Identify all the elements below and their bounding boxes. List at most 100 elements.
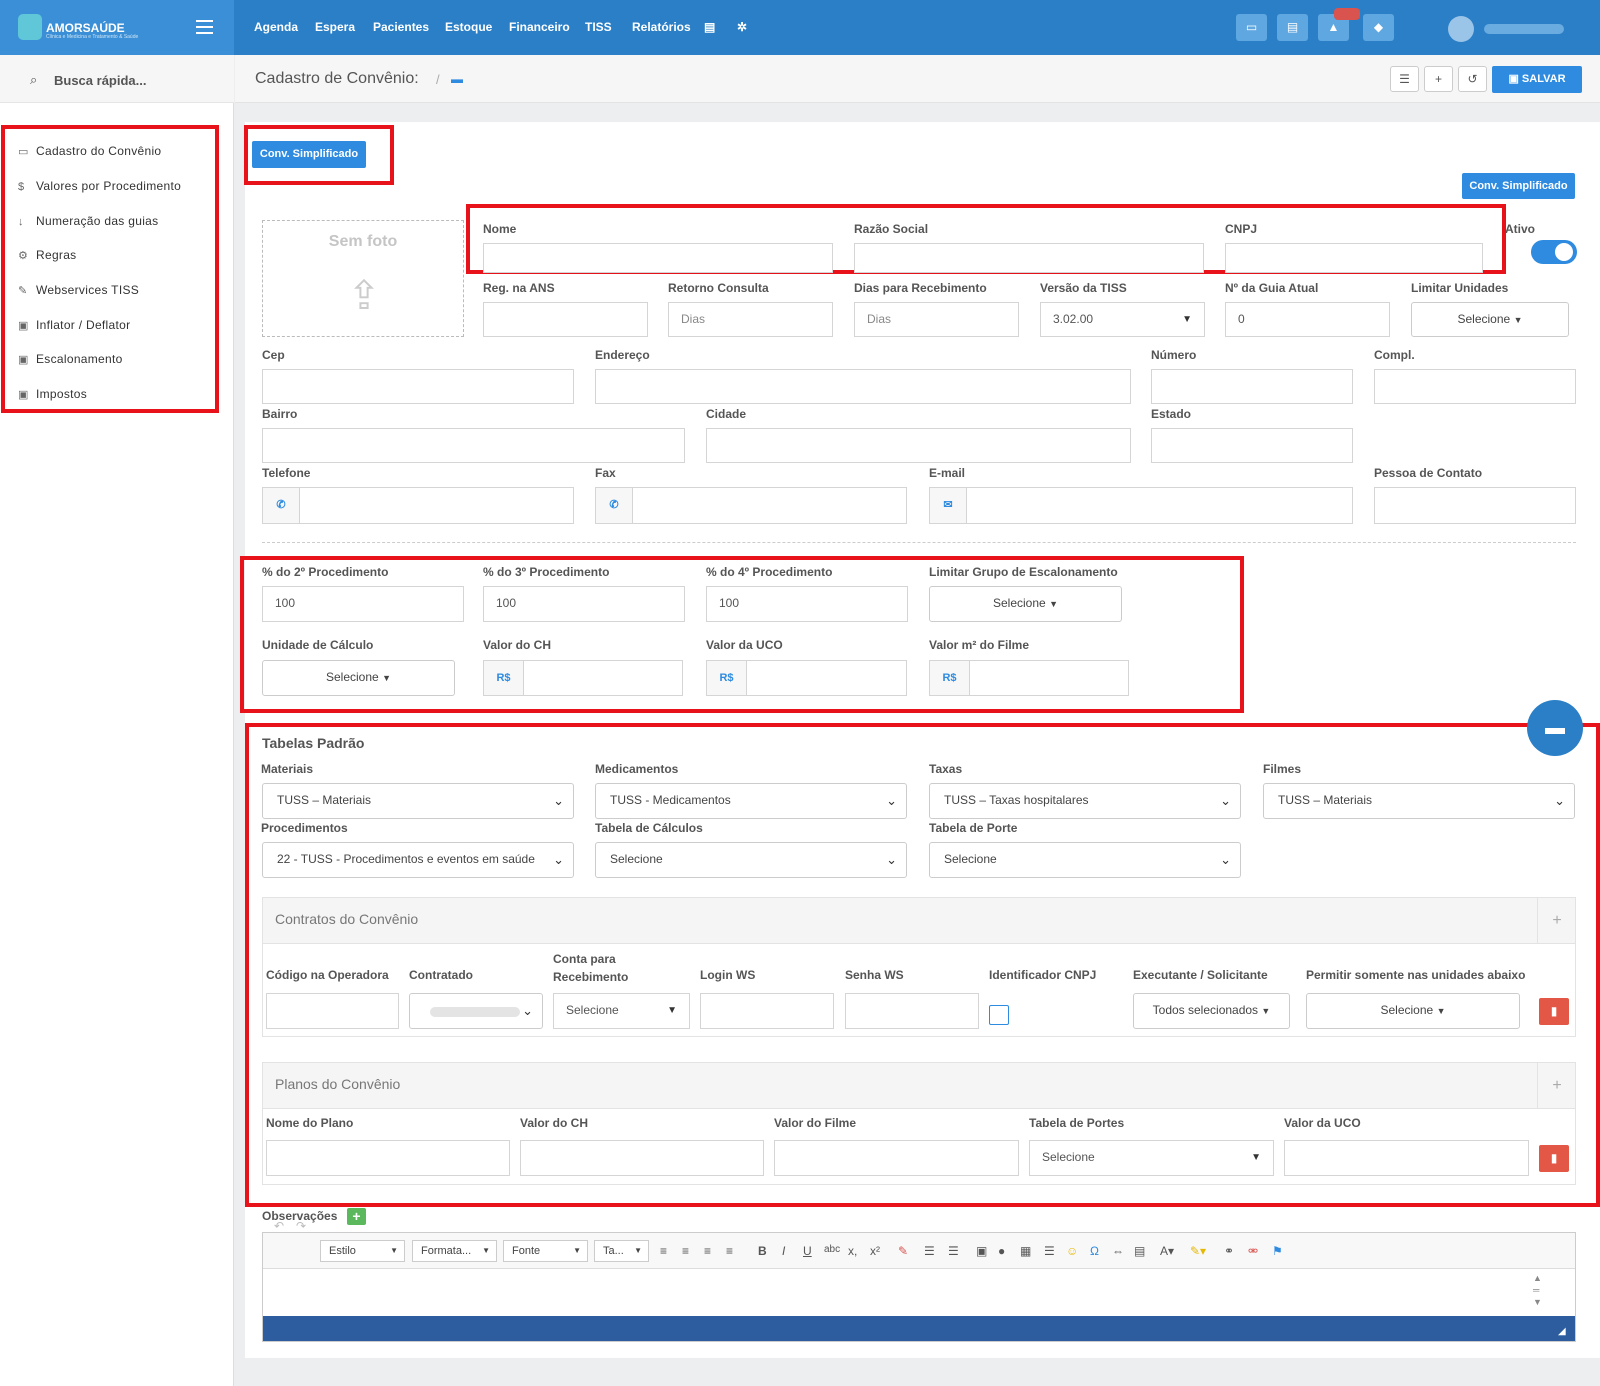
taxas-select[interactable]: TUSS – Taxas hospitalares ⌄ [929, 783, 1241, 819]
contratado-select[interactable]: ⌄ [409, 993, 543, 1029]
retorno-input[interactable]: Dias [668, 302, 833, 337]
cidade-input[interactable] [706, 428, 1131, 463]
valor-ch-plano-input[interactable] [520, 1140, 764, 1176]
filmes-select[interactable]: TUSS – Materiais ⌄ [1263, 783, 1575, 819]
email-input[interactable] [966, 487, 1353, 524]
history-button[interactable]: ↺ [1458, 66, 1487, 92]
nav-pacientes[interactable]: Pacientes [373, 20, 429, 34]
senha-ws-input[interactable] [845, 993, 979, 1029]
valor-uco-plano-input[interactable] [1284, 1140, 1529, 1176]
image-icon[interactable]: ▣ [976, 1244, 987, 1258]
justify-icon[interactable]: ≡ [726, 1244, 733, 1258]
table-icon[interactable]: ▦ [1020, 1244, 1031, 1258]
strikethrough-icon[interactable]: abc [824, 1244, 840, 1255]
codigo-input[interactable] [266, 993, 399, 1029]
razao-social-input[interactable] [854, 243, 1204, 273]
italic-icon[interactable]: I [782, 1244, 785, 1258]
brand-area[interactable]: AMORSAÚDE Clínica e Medicina e Tratament… [0, 0, 234, 55]
formatacao-dropdown[interactable]: Formata... ▼ [412, 1240, 497, 1262]
avatar[interactable] [1448, 16, 1474, 42]
p4-input[interactable]: 100 [706, 586, 908, 622]
reg-ans-input[interactable] [483, 302, 648, 337]
smiley-icon[interactable]: ☺ [1066, 1244, 1078, 1258]
flash-icon[interactable]: ● [998, 1244, 1005, 1258]
add-plano-button[interactable]: + [1537, 1062, 1576, 1109]
align-center-icon[interactable]: ≡ [682, 1244, 689, 1258]
executante-dropdown[interactable]: Todos selecionados ▼ [1133, 993, 1290, 1029]
chat-icon[interactable]: ◆ [1363, 14, 1394, 41]
omega-icon[interactable]: Ω [1090, 1244, 1099, 1258]
nome-plano-input[interactable] [266, 1140, 510, 1176]
estilo-dropdown[interactable]: Estilo ▼ [320, 1240, 405, 1262]
nav-agenda[interactable]: Agenda [254, 20, 298, 34]
align-right-icon[interactable]: ≡ [704, 1244, 711, 1258]
procedimentos-select[interactable]: 22 - TUSS - Procedimentos e eventos em s… [262, 842, 574, 878]
limitar-unidades-dropdown[interactable]: Selecione ▼ [1411, 302, 1569, 337]
subscript-icon[interactable]: x, [848, 1244, 857, 1258]
cnpj-input[interactable] [1225, 243, 1483, 273]
sidebar-item-inflator[interactable]: ▣ Inflator / Deflator [18, 318, 130, 338]
telefone-input[interactable] [299, 487, 574, 524]
save-button[interactable]: ▣ SALVAR [1492, 66, 1582, 93]
nav-relatorios[interactable]: Relatórios [632, 20, 691, 34]
bairro-input[interactable] [262, 428, 685, 463]
sidebar-item-numeracao[interactable]: ↓ Numeração das guias [18, 214, 158, 234]
porte-select[interactable]: Selecione ⌄ [929, 842, 1241, 878]
sidebar-item-escalonamento[interactable]: ▣ Escalonamento [18, 352, 123, 372]
hamburger-menu-icon[interactable] [196, 20, 213, 34]
resize-handle-icon[interactable]: ◢ [1558, 1326, 1566, 1337]
guia-atual-input[interactable]: 0 [1225, 302, 1390, 337]
nav-estoque[interactable]: Estoque [445, 20, 492, 34]
endereco-input[interactable] [595, 369, 1131, 404]
conv-simplificado-button[interactable]: Conv. Simplificado [252, 141, 366, 168]
chat-fab-icon[interactable]: ▬ [1527, 700, 1583, 756]
medicamentos-select[interactable]: TUSS - Medicamentos ⌄ [595, 783, 907, 819]
nav-tiss[interactable]: TISS [585, 20, 612, 34]
remove-format-icon[interactable]: ✎ [898, 1244, 908, 1258]
card-icon[interactable]: ▤ [1277, 14, 1308, 41]
pessoa-contato-input[interactable] [1374, 487, 1576, 524]
text-color-icon[interactable]: A▾ [1160, 1244, 1174, 1258]
horizontal-line-icon[interactable]: ☰ [1044, 1244, 1055, 1258]
estado-input[interactable] [1151, 428, 1353, 463]
add-button[interactable]: + [1424, 66, 1453, 92]
tamanho-dropdown[interactable]: Ta... ▼ [594, 1240, 649, 1262]
permitir-dropdown[interactable]: Selecione ▼ [1306, 993, 1520, 1029]
tabela-portes-select[interactable]: Selecione ▼ [1029, 1140, 1274, 1176]
login-ws-input[interactable] [700, 993, 834, 1029]
sidebar-item-valores[interactable]: $ Valores por Procedimento [18, 179, 181, 199]
align-left-icon[interactable]: ≡ [660, 1244, 667, 1258]
p3-input[interactable]: 100 [483, 586, 685, 622]
ativo-toggle[interactable] [1531, 240, 1577, 264]
superscript-icon[interactable]: x² [870, 1244, 880, 1258]
valor-ch-input[interactable] [523, 660, 683, 696]
valor-uco-input[interactable] [746, 660, 907, 696]
bullet-list-icon[interactable]: ☰ [948, 1244, 959, 1258]
sidebar-item-regras[interactable]: ⚙ Regras [18, 248, 76, 268]
identificador-cnpj-checkbox[interactable] [989, 1005, 1009, 1025]
bold-icon[interactable]: B [758, 1244, 767, 1258]
nome-input[interactable] [483, 243, 833, 273]
editor-scroll-icon[interactable]: ▲ ═ ▼ [1533, 1272, 1542, 1308]
sidebar-item-cadastro[interactable]: ▭ Cadastro do Convênio [18, 144, 161, 164]
photo-upload[interactable]: Sem foto ⇪ [262, 220, 464, 337]
p2-input[interactable]: 100 [262, 586, 464, 622]
link-icon[interactable]: ⚭ [1224, 1244, 1234, 1258]
calculos-select[interactable]: Selecione ⌄ [595, 842, 907, 878]
numero-input[interactable] [1151, 369, 1353, 404]
sidebar-item-impostos[interactable]: ▣ Impostos [18, 387, 87, 407]
background-color-icon[interactable]: ✎▾ [1190, 1244, 1206, 1258]
add-contrato-button[interactable]: + [1537, 897, 1576, 944]
versao-tiss-select[interactable]: 3.02.00 ▼ [1040, 302, 1205, 337]
underline-icon[interactable]: U [803, 1244, 812, 1258]
delete-contrato-button[interactable]: ▮ [1539, 998, 1569, 1025]
inbox-icon[interactable]: ▭ [1236, 14, 1267, 41]
gear-icon[interactable]: ✲ [737, 20, 747, 34]
valor-filme-plano-input[interactable] [774, 1140, 1019, 1176]
list-button[interactable]: ☰ [1390, 66, 1419, 92]
user-name-redacted[interactable] [1484, 24, 1564, 34]
conv-simplificado-button-right[interactable]: Conv. Simplificado [1462, 173, 1575, 199]
cep-input[interactable] [262, 369, 574, 404]
anchor-flag-icon[interactable]: ⚑ [1272, 1244, 1283, 1258]
sidebar-item-webservices[interactable]: ✎ Webservices TISS [18, 283, 139, 303]
